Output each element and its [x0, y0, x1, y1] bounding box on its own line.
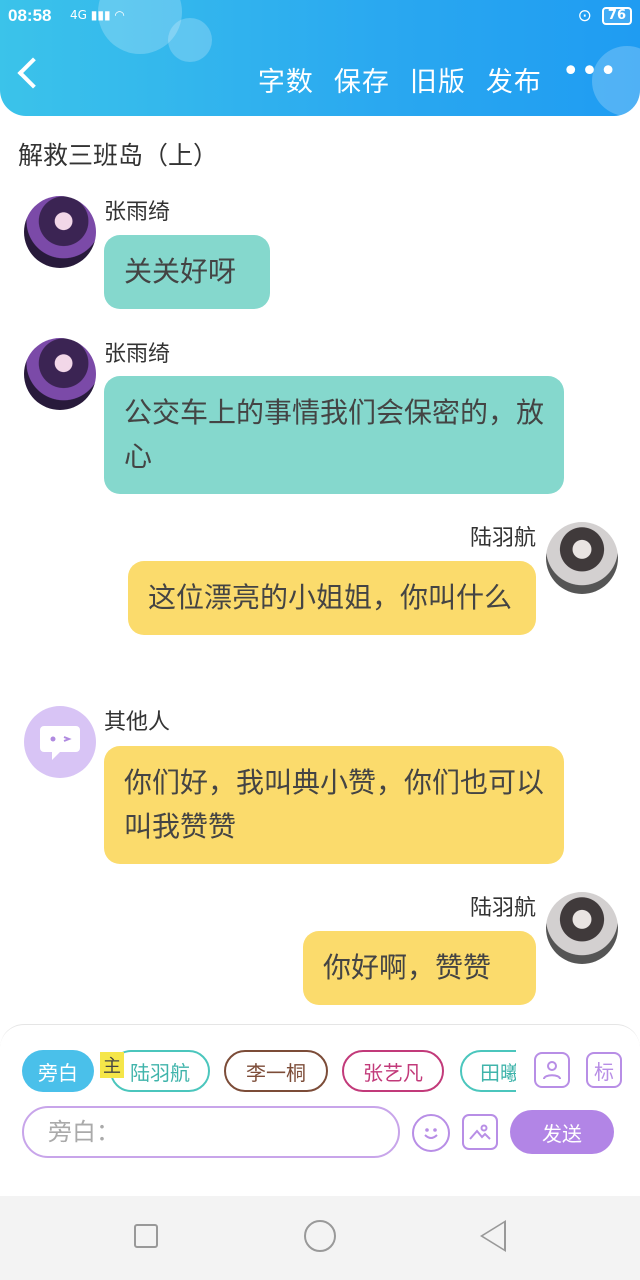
- add-role-icon[interactable]: [534, 1052, 570, 1088]
- avatar[interactable]: [24, 196, 96, 268]
- mark-button[interactable]: 标: [586, 1052, 622, 1088]
- network-icon: 4G ▮▮▮ ◠: [70, 8, 125, 22]
- chat-bubble-icon: [40, 726, 80, 760]
- avatar[interactable]: [546, 892, 618, 964]
- speaker-name: 陆羽航: [469, 526, 536, 551]
- chip-li-yitong[interactable]: 李一桐: [224, 1050, 328, 1092]
- emoji-icon[interactable]: [412, 1114, 450, 1152]
- speaker-name: 陆羽航: [469, 896, 536, 921]
- battery-icon: 76: [601, 7, 632, 25]
- picture-icon: [469, 1124, 491, 1140]
- main-role-badge: 主: [100, 1052, 124, 1078]
- chip-zhang-yifan[interactable]: 张艺凡: [342, 1050, 444, 1092]
- back-button[interactable]: [17, 57, 49, 89]
- status-time: 08:58: [8, 6, 52, 25]
- home-icon[interactable]: [304, 1220, 336, 1252]
- message-bubble[interactable]: 你好啊，赞赞: [303, 931, 536, 1005]
- more-icon[interactable]: •••: [562, 57, 618, 99]
- message-bubble[interactable]: 公交车上的事情我们会保密的，放心: [104, 376, 564, 494]
- story-title: 解救三班岛（上）: [18, 141, 219, 170]
- message-input[interactable]: 旁白：: [22, 1106, 400, 1158]
- avatar[interactable]: [24, 338, 96, 410]
- chip-lu-yuhang[interactable]: 陆羽航: [110, 1050, 210, 1092]
- message-bubble[interactable]: 关关好呀: [104, 235, 270, 309]
- speaker-name: 张雨绮: [104, 200, 171, 225]
- menu-publish[interactable]: 发布: [486, 60, 542, 99]
- header-menu: 字数 保存 旧版 发布 •••: [258, 57, 618, 99]
- recent-apps-icon[interactable]: [134, 1224, 158, 1248]
- smile-icon: [424, 1128, 438, 1139]
- avatar[interactable]: [546, 522, 618, 594]
- system-nav-bar: [0, 1196, 640, 1280]
- message-bubble[interactable]: 这位漂亮的小姐姐，你叫什么: [128, 561, 536, 635]
- back-nav-icon[interactable]: [480, 1220, 506, 1252]
- speaker-name: 其他人: [104, 710, 171, 735]
- menu-old-version[interactable]: 旧版: [410, 60, 466, 99]
- person-icon: [543, 1061, 561, 1080]
- chip-tian-xi[interactable]: 田曦: [460, 1050, 516, 1092]
- image-icon[interactable]: [462, 1114, 498, 1150]
- speaker-name: 张雨绮: [104, 342, 171, 367]
- menu-save[interactable]: 保存: [334, 60, 390, 99]
- status-right: ⊙ 76: [578, 6, 632, 26]
- network-type: 4G: [70, 8, 87, 22]
- top-bar: 08:58 4G ▮▮▮ ◠ ⊙ 76 字数 保存 旧版 发布 •••: [0, 0, 640, 116]
- send-button[interactable]: 发送: [510, 1110, 614, 1154]
- avatar[interactable]: [24, 706, 96, 778]
- menu-word-count[interactable]: 字数: [258, 60, 314, 99]
- message-bubble[interactable]: 你们好，我叫典小赞，你们也可以叫我赞赞: [104, 746, 564, 864]
- chip-narration[interactable]: 旁白: [22, 1050, 94, 1092]
- role-chip-strip: 旁白 陆羽航 李一桐 张艺凡 田曦: [0, 1040, 516, 1104]
- lock-icon: ⊙: [577, 6, 592, 26]
- status-bar: 08:58 4G ▮▮▮ ◠ ⊙ 76: [8, 4, 632, 28]
